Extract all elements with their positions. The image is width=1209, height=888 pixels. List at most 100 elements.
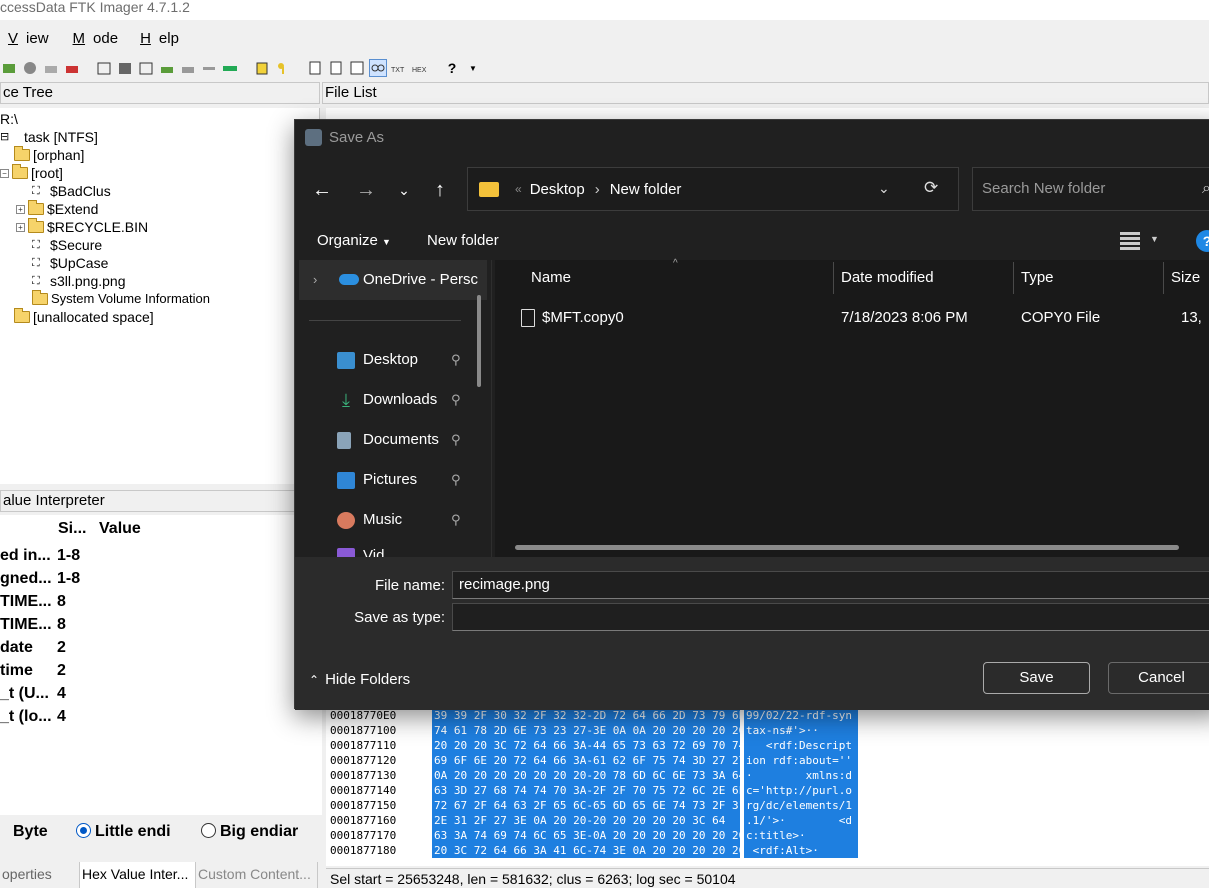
tab-custom-content[interactable]: Custom Content... bbox=[196, 862, 318, 888]
organize-button[interactable]: Organize ▼ bbox=[317, 232, 391, 249]
recent-locations-button[interactable]: ⌄ bbox=[389, 178, 419, 202]
tree-item[interactable]: ⊟ task [NTFS] bbox=[0, 128, 98, 146]
save-as-type-select[interactable] bbox=[452, 603, 1209, 631]
up-button[interactable]: ↑ bbox=[425, 178, 455, 202]
add-all-evidence-icon[interactable] bbox=[21, 59, 39, 77]
tab-properties[interactable]: operties bbox=[0, 862, 80, 888]
pin-icon[interactable]: ⚲ bbox=[451, 508, 461, 532]
menu-mode[interactable]: Mode bbox=[65, 28, 127, 50]
breadcrumb-new-folder[interactable]: New folder bbox=[610, 181, 682, 198]
nav-onedrive[interactable]: › OneDrive - Persc bbox=[299, 260, 487, 300]
image-view-icon[interactable] bbox=[348, 59, 366, 77]
col-date-header[interactable]: Date modified bbox=[841, 260, 934, 296]
pin-icon[interactable]: ⚲ bbox=[451, 468, 461, 492]
tree-item[interactable]: + $RECYCLE.BIN bbox=[16, 218, 148, 236]
refresh-icon[interactable]: ⟳ bbox=[924, 178, 938, 198]
nav-videos[interactable]: Vid bbox=[337, 544, 477, 557]
col-type-header[interactable]: Type bbox=[1021, 260, 1054, 296]
remove-evidence-icon[interactable] bbox=[63, 59, 81, 77]
save-button[interactable]: Save bbox=[983, 662, 1090, 694]
nav-scrollbar[interactable] bbox=[477, 295, 481, 387]
col-size-header[interactable]: Size bbox=[1171, 260, 1200, 296]
cancel-button[interactable]: Cancel bbox=[1108, 662, 1209, 694]
svg-text:TXT: TXT bbox=[391, 67, 405, 74]
menu-view[interactable]: View bbox=[0, 28, 57, 50]
tree-item[interactable]: [orphan] bbox=[14, 146, 84, 164]
verify-icon[interactable] bbox=[137, 59, 155, 77]
svg-text:HEX: HEX bbox=[412, 67, 427, 74]
vi-size: 4 bbox=[57, 685, 66, 702]
value-interpreter-header: alue Interpreter bbox=[0, 490, 322, 512]
forward-button[interactable]: → bbox=[351, 178, 381, 202]
tree-item[interactable]: System Volume Information bbox=[32, 290, 210, 308]
nav-music[interactable]: Music ⚲ bbox=[337, 508, 477, 532]
new-document-icon[interactable] bbox=[306, 59, 324, 77]
file-name-input[interactable]: recimage.png bbox=[452, 571, 1209, 599]
tree-item[interactable]: ⛶ $BadClus bbox=[32, 182, 111, 200]
image-mounting-icon[interactable] bbox=[42, 59, 60, 77]
memory-icon[interactable] bbox=[221, 59, 239, 77]
help-icon[interactable]: ? bbox=[443, 59, 461, 77]
toolbar-overflow-icon[interactable]: ▼ bbox=[464, 59, 482, 77]
tab-hex-value-interpreter[interactable]: Hex Value Inter... bbox=[80, 862, 196, 888]
hex-viewer: 00018770E0 39 39 2F 30 32 2F 32 32-2D 72 … bbox=[326, 708, 1209, 866]
tree-item[interactable]: ⛶ $UpCase bbox=[32, 254, 108, 272]
radio-unselected-icon bbox=[201, 823, 216, 838]
address-bar[interactable]: « Desktop › New folder ⌄ ⟳ bbox=[467, 167, 959, 211]
evidence-tree: R:\ ⊟ task [NTFS] [orphan] − [root] ⛶ $BadC… bbox=[0, 108, 320, 484]
download-icon: ⤓ bbox=[342, 390, 350, 410]
vi-size: 4 bbox=[57, 708, 66, 725]
detect-encryption-icon[interactable] bbox=[200, 59, 218, 77]
little-endian-radio[interactable]: Little endi bbox=[76, 823, 171, 841]
export-hash-icon[interactable] bbox=[253, 59, 271, 77]
text-view-icon[interactable]: TXT bbox=[390, 59, 408, 77]
evidence-tree-header: ce Tree bbox=[0, 82, 320, 104]
pin-icon[interactable]: ⚲ bbox=[451, 428, 461, 452]
create-image-icon[interactable] bbox=[95, 59, 113, 77]
auto-view-icon[interactable] bbox=[369, 59, 387, 77]
vi-size: 8 bbox=[57, 593, 66, 610]
file-pane-scrollbar[interactable] bbox=[515, 545, 1179, 550]
col-name-header[interactable]: Name bbox=[531, 260, 571, 296]
music-icon bbox=[337, 512, 355, 529]
col-value-header[interactable]: Value bbox=[99, 515, 141, 543]
toolbar: TXT HEX ? ▼ bbox=[0, 56, 1209, 80]
vi-type: ed in... bbox=[0, 547, 51, 564]
nav-pictures[interactable]: Pictures ⚲ bbox=[337, 468, 477, 492]
file-row[interactable]: $MFT.copy0 7/18/2023 8:06 PM COPY0 File … bbox=[495, 300, 1209, 336]
key-icon[interactable] bbox=[274, 59, 292, 77]
breadcrumb-desktop[interactable]: Desktop bbox=[530, 181, 585, 198]
collapse-icon[interactable]: − bbox=[0, 168, 9, 178]
back-button[interactable]: ← bbox=[307, 178, 337, 202]
search-input[interactable]: Search New folder ⌕ bbox=[972, 167, 1209, 211]
big-endian-radio[interactable]: Big endiar bbox=[201, 823, 298, 841]
tree-item[interactable]: ⛶ $Secure bbox=[32, 236, 102, 254]
export-icon[interactable] bbox=[116, 59, 134, 77]
address-dropdown-icon[interactable]: ⌄ bbox=[878, 180, 890, 197]
menu-help[interactable]: Help bbox=[132, 28, 187, 50]
view-options-icon[interactable] bbox=[1120, 230, 1140, 250]
tree-item[interactable]: [unallocated space] bbox=[14, 308, 154, 326]
search-icon: ⌕ bbox=[1202, 180, 1209, 197]
view-dropdown-icon[interactable]: ▼ bbox=[1150, 234, 1159, 244]
pin-icon[interactable]: ⚲ bbox=[451, 388, 461, 412]
expand-icon[interactable]: + bbox=[16, 204, 25, 214]
col-size-header[interactable]: Si... bbox=[58, 515, 86, 543]
tree-item[interactable]: − [root] bbox=[0, 164, 63, 182]
properties-icon[interactable] bbox=[327, 59, 345, 77]
expand-icon[interactable]: + bbox=[16, 222, 25, 232]
new-folder-button[interactable]: New folder bbox=[427, 232, 499, 249]
tree-item[interactable]: ⛶ s3ll.png.png bbox=[32, 272, 126, 290]
tree-root-path[interactable]: R:\ bbox=[0, 110, 18, 128]
pin-icon[interactable]: ⚲ bbox=[451, 348, 461, 372]
nav-downloads[interactable]: ⤓ Downloads ⚲ bbox=[337, 388, 477, 412]
tree-item[interactable]: + $Extend bbox=[16, 200, 98, 218]
nav-documents[interactable]: Documents ⚲ bbox=[337, 428, 477, 452]
hex-view-icon[interactable]: HEX bbox=[411, 59, 429, 77]
obtain-protected-files-icon[interactable] bbox=[179, 59, 197, 77]
nav-desktop[interactable]: Desktop ⚲ bbox=[337, 348, 477, 372]
capture-memory-icon[interactable] bbox=[158, 59, 176, 77]
overflow-chevron-icon[interactable]: « bbox=[515, 182, 522, 196]
hide-folders-button[interactable]: ⌃ Hide Folders bbox=[309, 671, 410, 688]
add-evidence-icon[interactable] bbox=[0, 59, 18, 77]
